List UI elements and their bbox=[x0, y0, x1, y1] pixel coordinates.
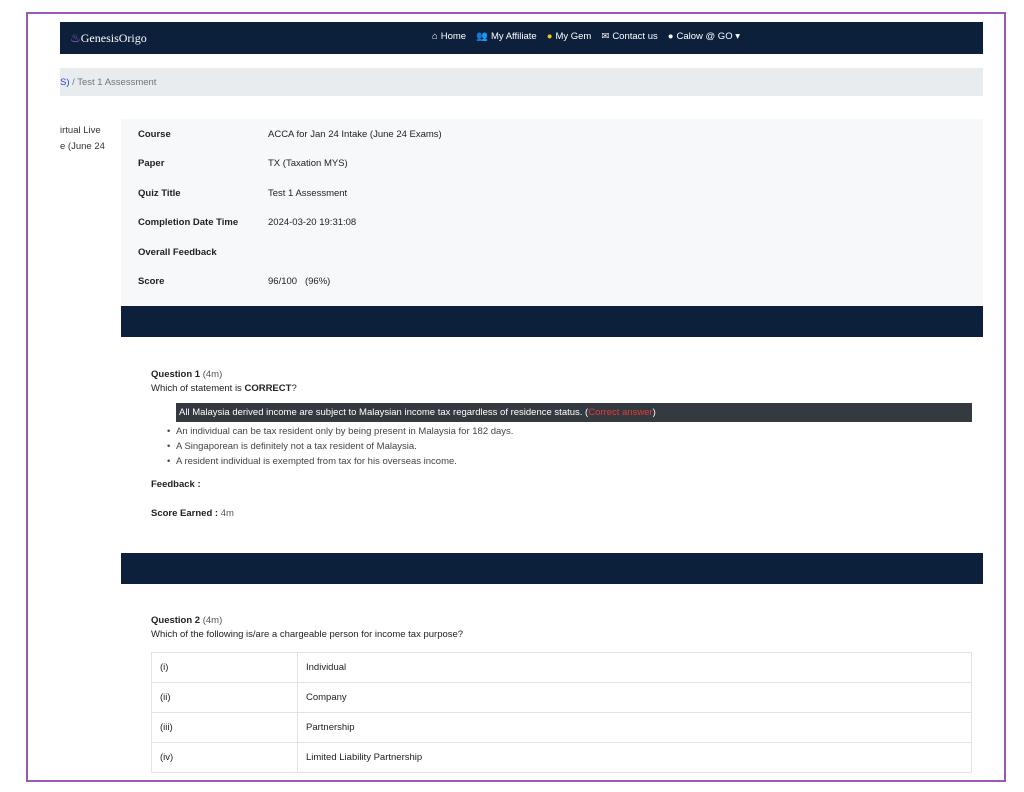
question-2: Question 2 (4m) Which of the following i… bbox=[151, 615, 463, 640]
question-text: ? bbox=[291, 383, 297, 394]
table-cell: (iv) bbox=[151, 742, 298, 773]
question-header-band bbox=[121, 306, 983, 337]
nav-label: Home bbox=[440, 31, 467, 42]
nav-label: Calow @ GO bbox=[676, 31, 733, 42]
info-label: Score bbox=[138, 276, 165, 287]
caret-down-icon: ▾ bbox=[735, 31, 741, 42]
score-earned-value: 4m bbox=[220, 508, 234, 519]
question-1: Question 1 (4m) Which of statement is CO… bbox=[151, 369, 972, 519]
nav-home[interactable]: ⌂ Home bbox=[432, 31, 466, 42]
brand-name: GenesisOrigo bbox=[80, 31, 147, 45]
navbar: ♨GenesisOrigo ⌂ Home 👥 My Affiliate ● My Ge… bbox=[60, 22, 983, 54]
option: A Singaporean is definitely not a tax re… bbox=[151, 439, 972, 454]
envelope-icon: ✉ bbox=[601, 31, 610, 42]
question-text: Which of the following is/are a chargeab… bbox=[151, 629, 464, 640]
info-value: 96/100 (96%) bbox=[268, 276, 331, 287]
table-row: (iii) Partnership bbox=[151, 712, 972, 743]
breadcrumb-current: Test 1 Assessment bbox=[77, 77, 157, 88]
nav-label: Contact us bbox=[612, 31, 658, 42]
table-cell: (ii) bbox=[151, 682, 298, 713]
nav-my-gem[interactable]: ● My Gem bbox=[547, 31, 592, 42]
user-circle-icon: ● bbox=[667, 31, 674, 42]
option: A resident individual is exempted from t… bbox=[151, 454, 972, 469]
question-label: Question 2 bbox=[151, 615, 201, 626]
question-marks: (4m) bbox=[202, 615, 223, 626]
table-cell: Company bbox=[297, 682, 972, 713]
feedback-label: Feedback : bbox=[151, 479, 201, 490]
coins-icon: ● bbox=[546, 31, 553, 42]
home-icon: ⌂ bbox=[432, 31, 438, 42]
table-cell: (iii) bbox=[151, 712, 298, 743]
table-row: (ii) Company bbox=[151, 682, 972, 713]
question-text-emphasis: CORRECT bbox=[244, 383, 292, 394]
table-cell: Partnership bbox=[297, 712, 972, 743]
question-label: Question 1 bbox=[151, 369, 201, 380]
option-text: All Malaysia derived income are subject … bbox=[179, 407, 589, 418]
question-2-table: (i) Individual (ii) Company (iii) Partnersh… bbox=[151, 652, 972, 773]
nav-label: My Gem bbox=[555, 31, 592, 42]
info-label: Course bbox=[138, 129, 171, 140]
nav-label: My Affiliate bbox=[490, 31, 537, 42]
score-earned-label: Score Earned : bbox=[151, 508, 219, 519]
info-value: Test 1 Assessment bbox=[268, 188, 348, 199]
question-text: Which of statement is bbox=[151, 383, 245, 394]
breadcrumb: S) / Test 1 Assessment bbox=[60, 68, 983, 96]
info-label: Overall Feedback bbox=[138, 247, 217, 258]
sidebar-course-link[interactable]: irtual Live e (June 24 bbox=[60, 123, 110, 155]
breadcrumb-separator: / bbox=[72, 77, 75, 88]
info-value: TX (Taxation MYS) bbox=[268, 158, 348, 169]
option-text: ) bbox=[652, 407, 656, 418]
sidebar-text: irtual Live bbox=[60, 125, 101, 136]
correct-answer-tag: Correct answer bbox=[588, 407, 653, 418]
table-cell: (i) bbox=[151, 652, 298, 683]
nav-my-affiliate[interactable]: 👥 My Affiliate bbox=[476, 31, 537, 42]
info-label: Paper bbox=[138, 158, 165, 169]
correct-option: All Malaysia derived income are subject … bbox=[176, 403, 972, 422]
breadcrumb-prev-link[interactable]: S) bbox=[60, 77, 70, 88]
flame-icon: ♨ bbox=[70, 31, 81, 45]
nav-contact-us[interactable]: ✉ Contact us bbox=[601, 31, 657, 42]
option: An individual can be tax resident only b… bbox=[151, 424, 972, 439]
table-cell: Individual bbox=[297, 652, 972, 683]
table-cell: Limited Liability Partnership bbox=[297, 742, 972, 773]
info-value: ACCA for Jan 24 Intake (June 24 Exams) bbox=[268, 129, 442, 140]
info-label: Completion Date Time bbox=[138, 217, 239, 228]
sidebar-text: e (June 24 bbox=[60, 141, 105, 152]
table-row: (i) Individual bbox=[151, 652, 972, 683]
nav-user-menu[interactable]: ● Calow @ GO ▾ bbox=[668, 31, 740, 42]
question-header-band bbox=[121, 553, 983, 584]
question-marks: (4m) bbox=[202, 369, 223, 380]
quiz-info-panel: Course ACCA for Jan 24 Intake (June 24 Ex… bbox=[121, 119, 983, 306]
users-icon: 👥 bbox=[476, 31, 488, 42]
table-row: (iv) Limited Liability Partnership bbox=[151, 742, 972, 773]
brand-logo[interactable]: ♨GenesisOrigo bbox=[70, 31, 147, 46]
info-value: 2024-03-20 19:31:08 bbox=[268, 217, 357, 228]
info-label: Quiz Title bbox=[138, 188, 181, 199]
